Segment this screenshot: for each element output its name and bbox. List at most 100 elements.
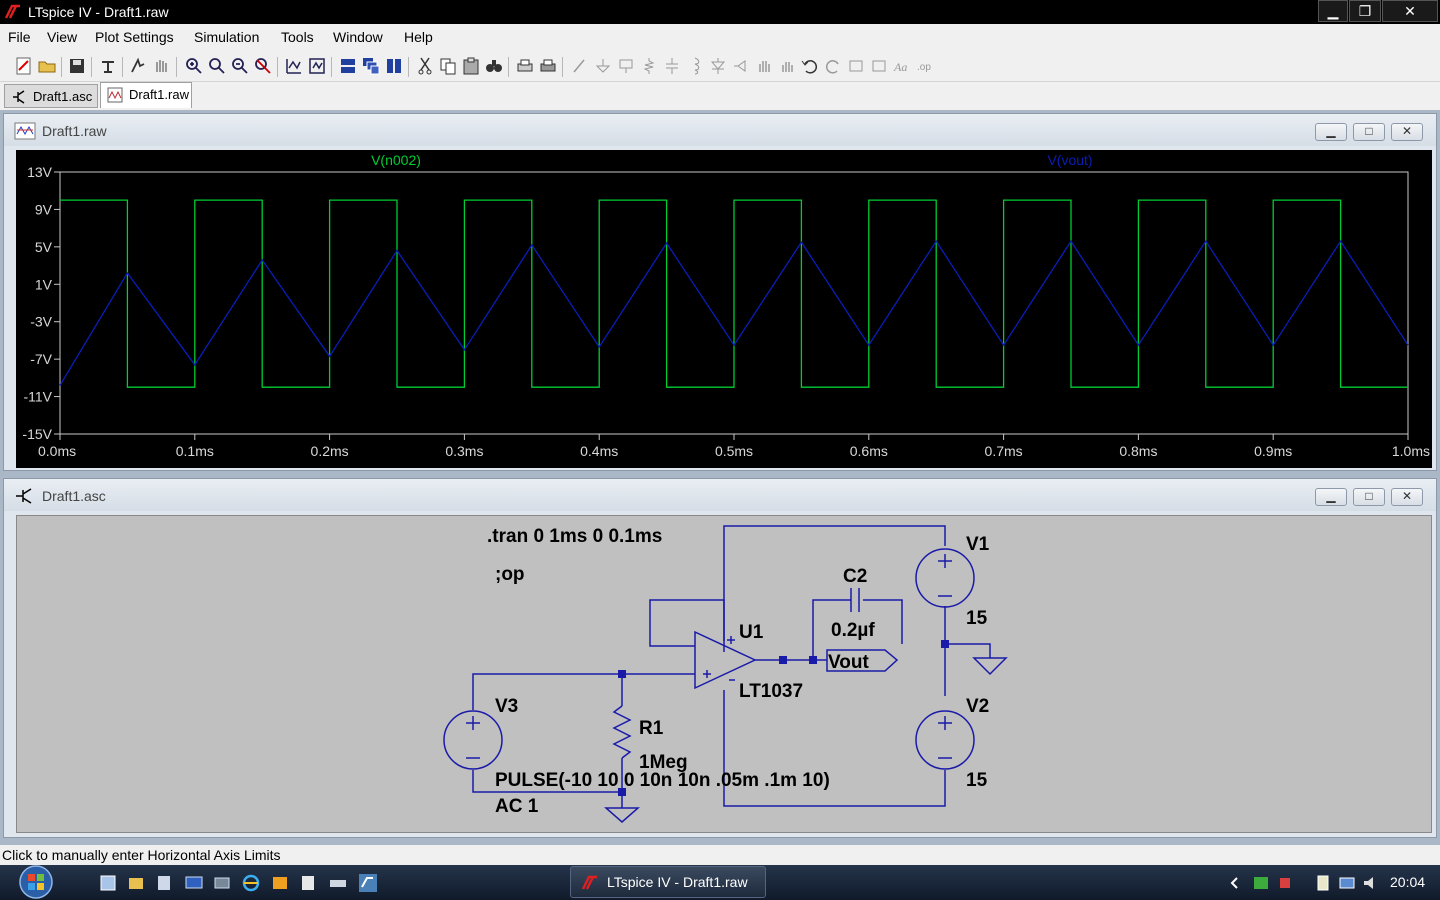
- restore-button[interactable]: ❐: [1349, 0, 1381, 22]
- open-folder-icon[interactable]: [37, 56, 57, 76]
- control-panel-icon[interactable]: [98, 56, 118, 76]
- tile-vertical-icon[interactable]: [384, 56, 404, 76]
- svg-text:Aa: Aa: [893, 60, 907, 74]
- v1-label: V1: [966, 534, 990, 555]
- minimize-button[interactable]: ▁: [1318, 0, 1348, 22]
- taskbar-ltspice-button[interactable]: LTspice IV - Draft1.raw: [570, 866, 766, 898]
- quicklaunch-notes-icon[interactable]: [298, 873, 318, 893]
- print-setup-icon[interactable]: [515, 56, 535, 76]
- trace-label[interactable]: V(n002): [371, 152, 421, 168]
- menu-help[interactable]: Help: [404, 29, 433, 45]
- ground-symbol-bottom: [604, 792, 640, 823]
- waveform-minimize-button[interactable]: ▁: [1315, 123, 1347, 141]
- toolbar: Aa .op: [0, 52, 1440, 82]
- waveform-plot[interactable]: 13V 9V 5V 1V -3V -7V -11V -15V 0.0ms 0.1ms 0.2ms 0.…: [16, 150, 1432, 468]
- schematic-close-button[interactable]: ✕: [1391, 488, 1423, 506]
- junction-dot: [779, 656, 787, 664]
- waveform-maximize-button[interactable]: □: [1353, 123, 1385, 141]
- quicklaunch-ltspice-icon[interactable]: [358, 873, 378, 893]
- copy-icon[interactable]: [438, 56, 458, 76]
- quicklaunch-drive-icon[interactable]: [328, 873, 348, 893]
- zoom-out-icon[interactable]: [230, 56, 250, 76]
- menu-view[interactable]: View: [47, 29, 77, 45]
- menu-file[interactable]: File: [8, 29, 31, 45]
- start-orb-icon[interactable]: [6, 865, 62, 900]
- schematic-icon: [13, 90, 25, 104]
- u1-model[interactable]: LT1037: [739, 681, 803, 702]
- tab-draft1-asc[interactable]: Draft1.asc: [4, 84, 98, 108]
- v3-value[interactable]: PULSE(-10 10 0 10n 10n .05m .1m 10): [495, 770, 830, 791]
- cascade-icon[interactable]: [361, 56, 381, 76]
- show-hidden-icons-chevron-icon[interactable]: [1226, 874, 1244, 892]
- waveform-window-header[interactable]: Draft1.raw ▁ □ ✕: [4, 114, 1436, 146]
- find-icon[interactable]: [484, 56, 504, 76]
- capacitor-icon: [666, 58, 678, 74]
- tray-security-icon[interactable]: [1252, 874, 1270, 892]
- toolbar-separator: [61, 57, 62, 77]
- component-icon: [734, 60, 746, 72]
- text-icon: Aa: [893, 60, 907, 74]
- taskbar-clock[interactable]: 20:04: [1390, 874, 1425, 890]
- quicklaunch-explorer-icon[interactable]: [126, 873, 146, 893]
- waveform-close-button[interactable]: ✕: [1391, 123, 1423, 141]
- menu-tools[interactable]: Tools: [281, 29, 314, 45]
- schematic-window-header[interactable]: Draft1.asc ▁ □ ✕: [4, 479, 1436, 511]
- status-text: Click to manually enter Horizontal Axis …: [2, 847, 281, 863]
- v1-value[interactable]: 15: [966, 608, 988, 629]
- trace-label[interactable]: V(vout): [1047, 152, 1092, 168]
- x-tick-label: 0.7ms: [985, 443, 1023, 459]
- tray-usb-icon[interactable]: [1314, 874, 1332, 892]
- undo-icon[interactable]: [800, 56, 820, 76]
- paste-icon[interactable]: [461, 56, 481, 76]
- move-hand-icon: [759, 61, 770, 72]
- trace-v-n002-[interactable]: [60, 199, 1408, 388]
- diode-icon: [710, 58, 726, 74]
- schematic-maximize-button[interactable]: □: [1353, 488, 1385, 506]
- junction-dot: [618, 670, 626, 678]
- r1-label: R1: [639, 718, 664, 739]
- pan-icon[interactable]: [207, 56, 227, 76]
- quicklaunch-monitor-icon[interactable]: [184, 873, 204, 893]
- y-tick-label: 5V: [35, 239, 53, 255]
- tran-directive[interactable]: .tran 0 1ms 0 0.1ms: [487, 526, 662, 547]
- quicklaunch-app-icon[interactable]: [154, 873, 174, 893]
- new-schematic-icon[interactable]: [14, 56, 34, 76]
- close-button[interactable]: ✕: [1382, 0, 1438, 22]
- mirror-icon: [872, 60, 886, 72]
- tray-app-icon[interactable]: [1276, 874, 1294, 892]
- status-bar: Click to manually enter Horizontal Axis …: [0, 845, 1440, 865]
- cut-icon[interactable]: [415, 56, 435, 76]
- schematic-canvas[interactable]: .tran 0 1ms 0 0.1ms ;op C2 0.2µf U1 LT10…: [16, 515, 1432, 833]
- autorange-icon[interactable]: [284, 56, 304, 76]
- op-directive[interactable]: ;op: [495, 564, 525, 585]
- v3-ac-value[interactable]: AC 1: [495, 796, 539, 817]
- menu-simulation[interactable]: Simulation: [194, 29, 259, 45]
- quicklaunch-show-desktop-icon[interactable]: [98, 873, 118, 893]
- menu-plot-settings[interactable]: Plot Settings: [95, 29, 174, 45]
- v2-value[interactable]: 15: [966, 770, 988, 791]
- zoom-fit-icon[interactable]: [253, 56, 273, 76]
- ltspice-logo-icon: [581, 875, 597, 890]
- quicklaunch-internet-explorer-icon[interactable]: [241, 873, 261, 893]
- waveform-chart[interactable]: 13V 9V 5V 1V -3V -7V -11V -15V0.0ms 0.1ms 0.2ms 0.…: [16, 150, 1432, 468]
- tray-volume-icon[interactable]: [1362, 874, 1380, 892]
- quicklaunch-network-icon[interactable]: [212, 873, 232, 893]
- vout-net-label[interactable]: Vout: [828, 652, 869, 673]
- halt-icon[interactable]: [151, 56, 171, 76]
- manual-limits-icon[interactable]: [307, 56, 327, 76]
- toolbar-separator: [562, 57, 563, 77]
- c2-value[interactable]: 0.2µf: [831, 620, 875, 641]
- run-icon[interactable]: [128, 56, 148, 76]
- save-icon[interactable]: [67, 56, 87, 76]
- tab-draft1-raw[interactable]: Draft1.raw: [100, 82, 192, 108]
- zoom-area-icon[interactable]: [184, 56, 204, 76]
- menu-window[interactable]: Window: [333, 29, 383, 45]
- schematic-minimize-button[interactable]: ▁: [1315, 488, 1347, 506]
- schematic-drawing[interactable]: .tran 0 1ms 0 0.1ms ;op C2 0.2µf U1 LT10…: [17, 516, 1431, 832]
- tray-network-icon[interactable]: [1338, 874, 1356, 892]
- junction-dot: [941, 640, 949, 648]
- tile-horizontal-icon[interactable]: [338, 56, 358, 76]
- quicklaunch-media-icon[interactable]: [270, 873, 290, 893]
- redo-icon: [825, 60, 839, 74]
- print-icon[interactable]: [538, 56, 558, 76]
